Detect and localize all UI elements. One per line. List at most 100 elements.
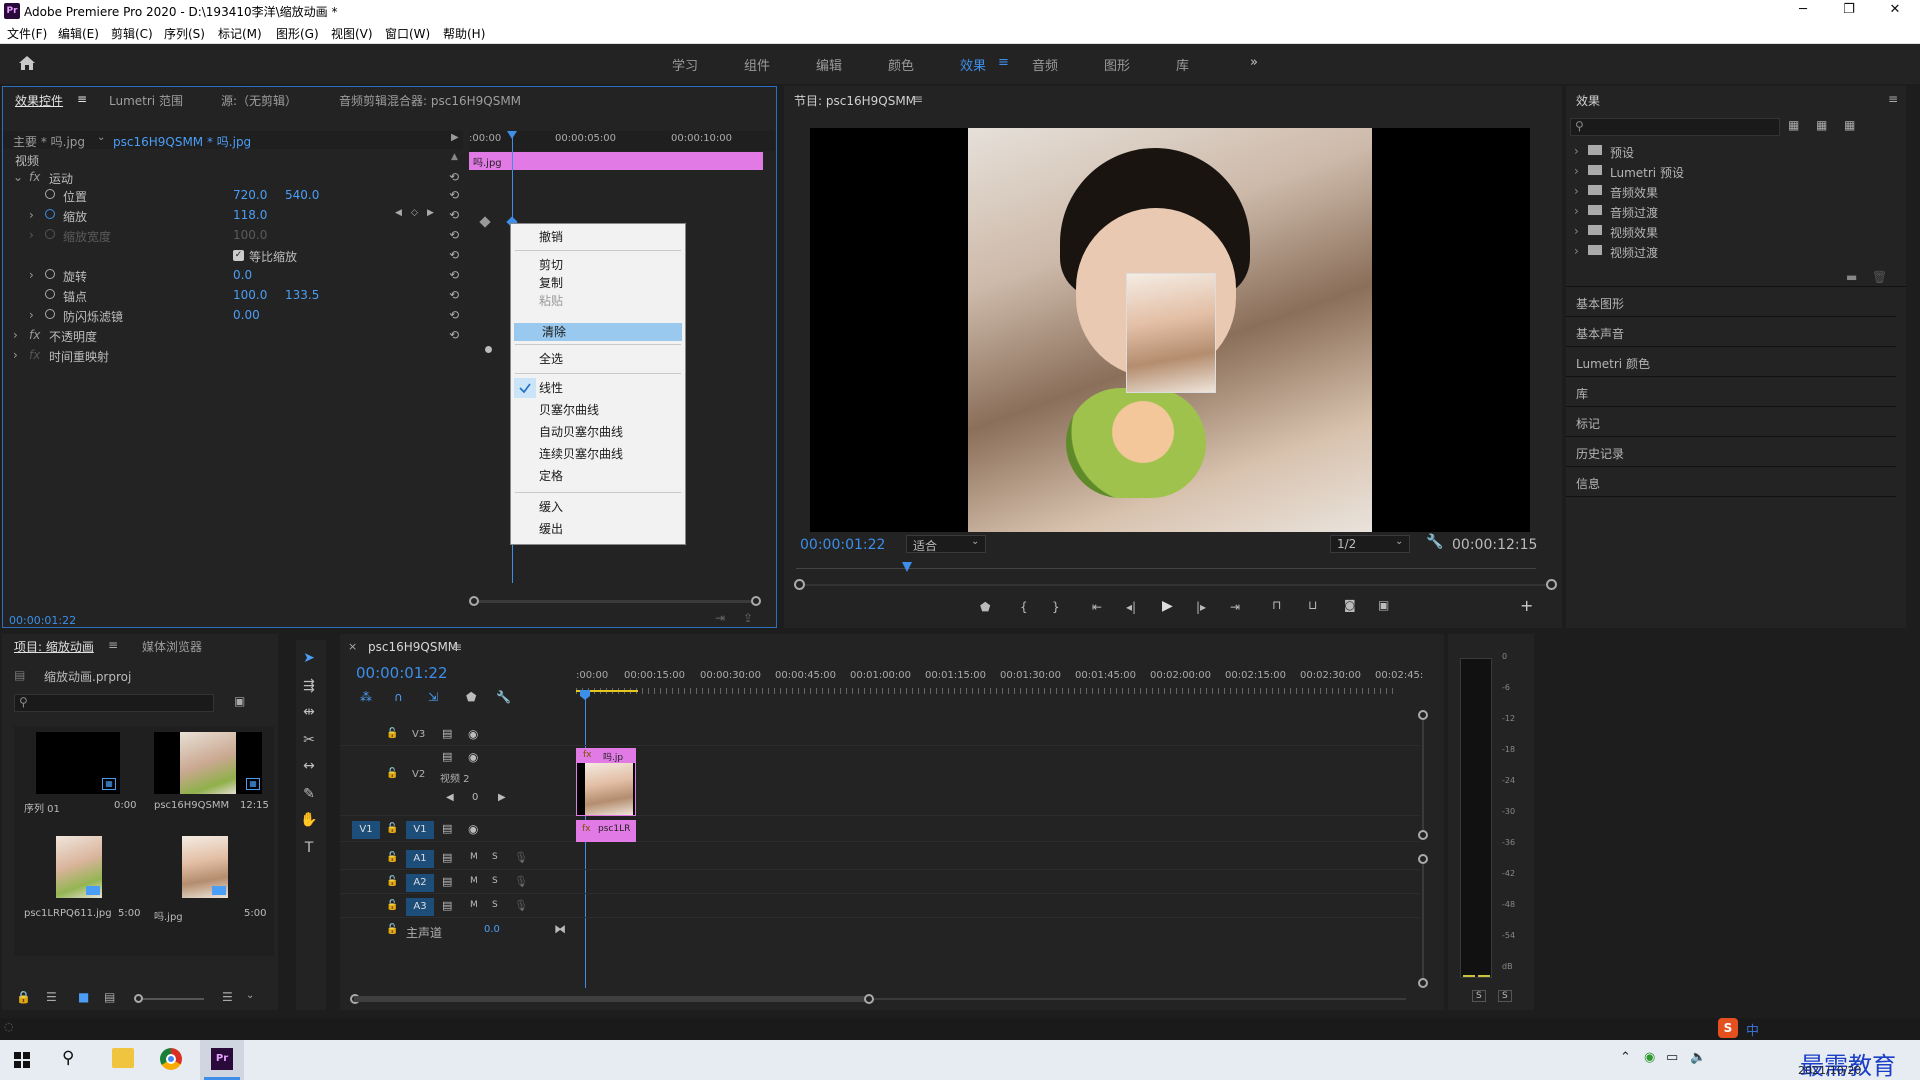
- link-info[interactable]: 信息: [1566, 467, 1896, 497]
- antiflicker-value[interactable]: 0.00: [233, 308, 260, 322]
- link-history[interactable]: 历史记录: [1566, 437, 1896, 467]
- fit-dropdown[interactable]: 适合 ⌄: [906, 535, 986, 553]
- prev-keyframe-icon[interactable]: ◀: [395, 208, 402, 218]
- timeline-zoom-bar[interactable]: [350, 994, 1406, 1004]
- stopwatch-icon[interactable]: [45, 309, 55, 319]
- program-monitor-title[interactable]: 节目: psc16H9QSMM: [794, 92, 916, 109]
- lock-icon[interactable]: 🔓: [386, 900, 398, 911]
- menu-file[interactable]: 文件(F): [7, 25, 47, 42]
- go-to-out-icon[interactable]: ⇥: [1230, 600, 1240, 614]
- workspace-color[interactable]: 颜色: [888, 55, 914, 74]
- menu-item-continuous-bezier[interactable]: 连续贝塞尔曲线: [511, 445, 685, 463]
- thumb-sequence[interactable]: ▦: [36, 732, 120, 794]
- eye-icon[interactable]: ◉: [468, 750, 478, 764]
- add-button-icon[interactable]: +: [1520, 596, 1533, 615]
- uniform-scale-checkbox[interactable]: ✓: [233, 250, 244, 261]
- mic-icon[interactable]: 🎙: [514, 899, 528, 912]
- tab-media-browser[interactable]: 媒体浏览器: [142, 638, 202, 655]
- folder-video-effects[interactable]: › 视频效果: [1570, 224, 1900, 240]
- solo-right-button[interactable]: S: [1498, 990, 1512, 1002]
- menu-item-cut[interactable]: 剪切: [511, 256, 685, 274]
- menu-item-select-all[interactable]: 全选: [511, 350, 685, 368]
- play-only-audio-icon[interactable]: ▶: [451, 132, 459, 143]
- effect-motion[interactable]: ⌄ fx 运动 ⟲: [3, 169, 459, 186]
- folder-presets[interactable]: › 预设: [1570, 144, 1900, 160]
- timeline-tab[interactable]: psc16H9QSMM: [368, 640, 458, 654]
- track-name[interactable]: 视频 2: [440, 770, 470, 785]
- menu-window[interactable]: 窗口(W): [385, 25, 430, 42]
- menu-item-copy[interactable]: 复制: [511, 274, 685, 292]
- chrome-icon[interactable]: [160, 1048, 182, 1070]
- workspace-assembly[interactable]: 组件: [744, 55, 770, 74]
- solo-left-button[interactable]: S: [1472, 990, 1486, 1002]
- tray-app-icon[interactable]: ◉: [1644, 1050, 1655, 1065]
- master-clip-label[interactable]: 主要 * 吗.jpg: [13, 133, 85, 150]
- sync-lock-icon[interactable]: ▤: [442, 727, 452, 740]
- solo-button[interactable]: S: [492, 852, 498, 862]
- ripple-edit-tool-icon[interactable]: ⇹: [296, 704, 322, 726]
- overlay-image[interactable]: [1126, 273, 1216, 393]
- clock-date[interactable]: 2021/10/20: [1798, 1064, 1861, 1077]
- nest-icon[interactable]: ⁂: [360, 690, 372, 704]
- timeline-settings-icon[interactable]: 🔧: [496, 690, 511, 704]
- home-icon[interactable]: [18, 55, 36, 71]
- menu-item-paste[interactable]: 粘贴: [511, 292, 685, 310]
- panel-menu-icon[interactable]: ≡: [1888, 92, 1898, 106]
- workspace-libraries[interactable]: 库: [1176, 55, 1189, 74]
- snap-icon[interactable]: ∩: [394, 690, 403, 704]
- position-x-value[interactable]: 720.0: [233, 188, 267, 202]
- clip-v2[interactable]: fx 吗.jp: [576, 748, 636, 816]
- sync-lock-icon[interactable]: ▤: [442, 750, 452, 763]
- solo-button[interactable]: S: [492, 900, 498, 910]
- sync-lock-icon[interactable]: ▤: [442, 851, 452, 864]
- workspace-menu-icon[interactable]: ≡: [998, 55, 1009, 70]
- tab-lumetri-scopes[interactable]: Lumetri 范围: [109, 92, 183, 109]
- close-button[interactable]: ✕: [1872, 0, 1918, 22]
- folder-audio-transitions[interactable]: › 音频过渡: [1570, 204, 1900, 220]
- network-icon[interactable]: ▭: [1666, 1050, 1678, 1065]
- tab-audio-clip-mixer[interactable]: 音频剪辑混合器: psc16H9QSMM: [339, 92, 521, 109]
- track-target-a2[interactable]: A2: [406, 874, 434, 892]
- sort-icon[interactable]: ☰: [222, 990, 233, 1004]
- icon-view-icon[interactable]: ■: [78, 990, 89, 1004]
- menu-item-ease-out[interactable]: 缓出: [511, 520, 685, 538]
- prev-keyframe-icon[interactable]: ◀: [446, 792, 454, 803]
- panel-menu-icon[interactable]: ≡: [108, 638, 118, 652]
- stopwatch-icon[interactable]: [45, 269, 55, 279]
- add-marker-icon[interactable]: ⬟: [980, 600, 990, 614]
- mute-button[interactable]: M: [470, 900, 478, 910]
- anchor-x-value[interactable]: 100.0: [233, 288, 267, 302]
- timeline-timecode[interactable]: 00:00:01:22: [356, 664, 448, 682]
- thumbnail-size-slider[interactable]: [134, 994, 204, 1003]
- lock-icon[interactable]: 🔓: [386, 768, 398, 779]
- go-to-in-icon[interactable]: ⇤: [1092, 600, 1102, 614]
- tab-project[interactable]: 项目: 缩放动画: [14, 638, 94, 655]
- video-track-scrollbar[interactable]: [1418, 710, 1428, 840]
- link-markers[interactable]: 标记: [1566, 407, 1896, 437]
- menu-item-auto-bezier[interactable]: 自动贝塞尔曲线: [511, 423, 685, 441]
- lock-icon[interactable]: 🔓: [386, 876, 398, 887]
- sync-lock-icon[interactable]: ▤: [442, 875, 452, 888]
- monitor-zoom-bar[interactable]: [794, 579, 1557, 590]
- sync-lock-icon[interactable]: ▤: [442, 899, 452, 912]
- tab-menu-icon[interactable]: ≡: [77, 92, 87, 106]
- workspace-effects[interactable]: 效果: [960, 55, 986, 74]
- lock-icon[interactable]: 🔒: [16, 990, 31, 1004]
- ec-zoom-scrollbar[interactable]: [469, 596, 761, 606]
- razor-tool-icon[interactable]: ✂: [296, 732, 322, 754]
- menu-sequence[interactable]: 序列(S): [164, 25, 205, 42]
- chevron-down-icon[interactable]: ⌄: [97, 132, 105, 143]
- lock-icon[interactable]: 🔓: [386, 852, 398, 863]
- ec-timecode[interactable]: 00:00:01:22: [9, 614, 76, 627]
- ec-clip-bar[interactable]: 吗.jpg: [469, 152, 763, 170]
- anchor-y-value[interactable]: 133.5: [285, 288, 319, 302]
- master-volume-value[interactable]: 0.0: [484, 924, 500, 935]
- slip-tool-icon[interactable]: ↔: [296, 758, 322, 780]
- menu-item-linear[interactable]: 线性: [511, 379, 685, 397]
- workspace-editing[interactable]: 编辑: [816, 55, 842, 74]
- thumb-sequence-2[interactable]: ▦: [154, 732, 262, 794]
- tab-effect-controls[interactable]: 效果控件: [15, 92, 63, 109]
- keyframe-value[interactable]: 0: [472, 792, 478, 803]
- mark-out-icon[interactable]: }: [1052, 600, 1060, 614]
- thumb-image-2[interactable]: [182, 836, 228, 898]
